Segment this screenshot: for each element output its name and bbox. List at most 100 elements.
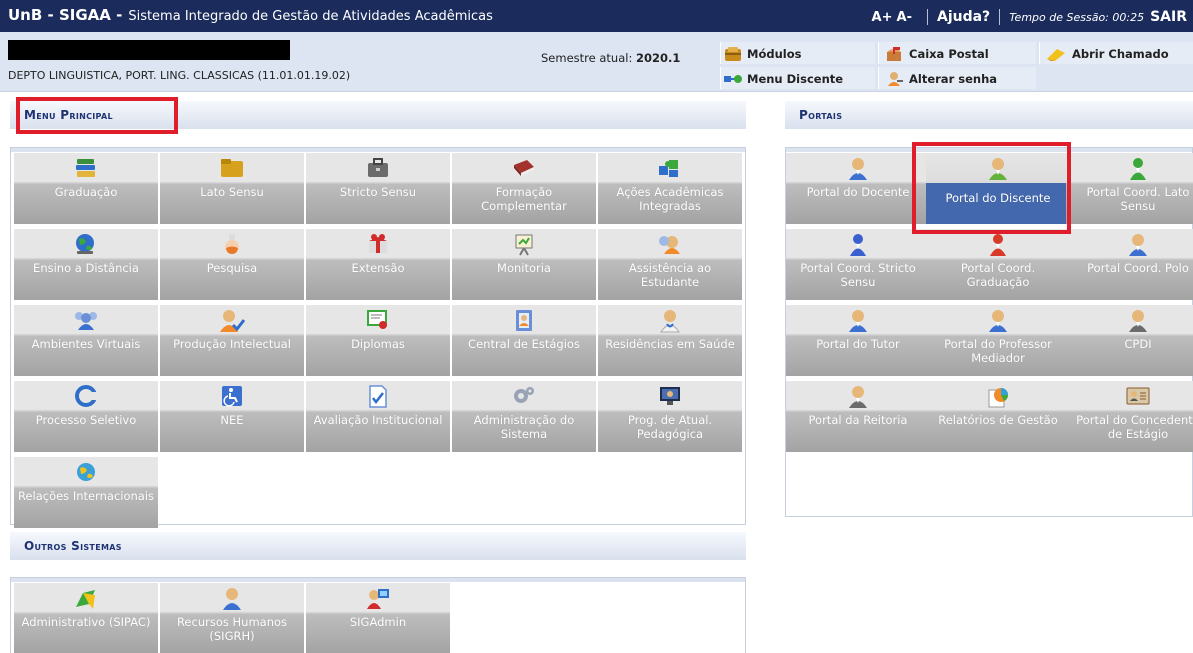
main-menu-title: Menu Principal [24, 108, 113, 122]
mailbox-link[interactable]: Caixa Postal [884, 43, 989, 64]
tile-label: SIGAdmin [349, 615, 407, 629]
portal-tile-portal-da-reitoria[interactable]: Portal da Reitoria [786, 381, 930, 452]
change-password-label: Alterar senha [909, 71, 998, 86]
menu-tile-administracao-do-sistema[interactable]: Administração do Sistema [452, 381, 596, 452]
portal-tile-relatorios-de-gestao[interactable]: Relatórios de Gestão [926, 381, 1070, 452]
tile-label: Produção Intelectual [173, 337, 291, 351]
admin-icon [14, 587, 158, 611]
portal-tile-portal-do-concedente-de-estagio[interactable]: Portal do Concedente de Estágio [1066, 381, 1193, 452]
world-icon [14, 461, 158, 485]
redacted-user-name [8, 40, 290, 60]
gift-icon [306, 233, 450, 257]
tile-label: CPDI [1124, 337, 1152, 351]
department-label: DEPTO LINGUISTICA, PORT. LING. CLASSICAS… [8, 69, 351, 82]
menu-tile-ensino-a-distancia[interactable]: Ensino a Distância [14, 229, 158, 300]
menu-tile-assistencia-ao-estudante[interactable]: Assistência ao Estudante [598, 229, 742, 300]
menu-tile-graduacao[interactable]: Graduação [14, 153, 158, 224]
system-tile-administrativo-sipac[interactable]: Administrativo (SIPAC) [14, 583, 158, 653]
user-icon [1066, 233, 1193, 257]
tile-label: Portal Coord. Graduação [960, 261, 1036, 289]
portals-header: Portais [785, 101, 1193, 129]
portal-tile-portal-do-docente[interactable]: Portal do Docente [786, 153, 930, 224]
menu-tile-stricto-sensu[interactable]: Stricto Sensu [306, 153, 450, 224]
tile-label: Formação Complementar [481, 185, 567, 213]
menu-switch-icon [724, 74, 742, 83]
menu-tile-avaliacao-institucional[interactable]: Avaliação Institucional [306, 381, 450, 452]
open-ticket-link[interactable]: Abrir Chamado [1045, 43, 1169, 64]
help-link[interactable]: Ajuda? [937, 9, 990, 25]
menu-tile-prog-de-atual-pedagogica[interactable]: Prog. de Atual. Pedagógica [598, 381, 742, 452]
menu-tile-ambientes-virtuais[interactable]: Ambientes Virtuais [14, 305, 158, 376]
change-password-link[interactable]: Alterar senha [886, 68, 997, 89]
menu-tile-pesquisa[interactable]: Pesquisa [160, 229, 304, 300]
tile-label: Portal Coord. Polo [1087, 261, 1189, 275]
logout-button[interactable]: SAIR [1150, 9, 1187, 25]
portals-title: Portais [799, 108, 843, 122]
portal-tile-portal-coord-lato-sensu[interactable]: Portal Coord. Lato Sensu [1066, 153, 1193, 224]
system-tile-recursos-humanos-sigrh[interactable]: Recursos Humanos (SIGRH) [160, 583, 304, 653]
tile-label: Avaliação Institucional [313, 413, 443, 427]
tile-label: Administrativo (SIPAC) [21, 615, 151, 629]
evaluation-icon [306, 385, 450, 409]
menu-tile-relacoes-internacionais[interactable]: Relações Internacionais [14, 457, 158, 528]
tile-label: Ensino a Distância [33, 261, 139, 275]
top-bar: UnB - SIGAA - Sistema Integrado de Gestão… [0, 0, 1193, 32]
tile-label: Portal do Discente [945, 191, 1051, 205]
tile-label: Ações Acadêmicas Integradas [616, 185, 724, 213]
tile-label: NEE [220, 413, 244, 427]
menu-tile-processo-seletivo[interactable]: Processo Seletivo [14, 381, 158, 452]
menu-tile-monitoria[interactable]: Monitoria [452, 229, 596, 300]
menu-tile-diplomas[interactable]: Diplomas [306, 305, 450, 376]
tile-label: Portal Coord. Stricto Sensu [800, 261, 916, 289]
tile-label: Portal do Tutor [816, 337, 900, 351]
menu-tile-nee[interactable]: NEE [160, 381, 304, 452]
reports-icon [926, 385, 1070, 409]
tile-label: Stricto Sensu [339, 185, 417, 199]
menu-tile-formacao-complementar[interactable]: Formação Complementar [452, 153, 596, 224]
panel-strip [11, 148, 745, 152]
semester-label: Semestre atual: [541, 51, 633, 65]
portal-tile-cpdi[interactable]: CPDI [1066, 305, 1193, 376]
portal-tile-portal-coord-polo[interactable]: Portal Coord. Polo [1066, 229, 1193, 300]
panel-strip [11, 578, 745, 582]
manager-icon [786, 385, 930, 409]
tile-label: Portal do Docente [806, 185, 910, 199]
book-icon [452, 157, 596, 181]
tile-label: Administração do Sistema [473, 413, 575, 441]
user-info-bar: DEPTO LINGUISTICA, PORT. LING. CLASSICAS… [0, 32, 1193, 92]
menu-tile-lato-sensu[interactable]: Lato Sensu [160, 153, 304, 224]
tutor-icon [786, 309, 930, 333]
menu-tile-producao-intelectual[interactable]: Produção Intelectual [160, 305, 304, 376]
accessibility-icon [160, 385, 304, 409]
portal-tile-portal-coord-graduacao[interactable]: Portal Coord. Graduação [926, 229, 1070, 300]
gears-icon [452, 385, 596, 409]
portal-tile-portal-do-tutor[interactable]: Portal do Tutor [786, 305, 930, 376]
menu-tile-central-de-estagios[interactable]: Central de Estágios [452, 305, 596, 376]
student-menu-link[interactable]: Menu Discente [724, 68, 843, 89]
modules-label: Módulos [747, 46, 802, 61]
app-title: UnB - SIGAA - Sistema Integrado de Gestão… [8, 6, 493, 24]
support-icon [598, 233, 742, 257]
tile-label: Portal do Professor Mediador [944, 337, 1052, 365]
tile-label: Recursos Humanos (SIGRH) [176, 615, 288, 643]
font-increase-button[interactable]: A+ [872, 10, 893, 25]
portal-tile-portal-do-discente[interactable]: Portal do Discente [926, 153, 1070, 224]
tile-label: Residências em Saúde [605, 337, 735, 351]
menu-tile-residencias-em-saude[interactable]: Residências em Saúde [598, 305, 742, 376]
tile-label: Relações Internacionais [17, 489, 155, 503]
menu-tile-acoes-academicas-integradas[interactable]: Ações Acadêmicas Integradas [598, 153, 742, 224]
font-decrease-button[interactable]: A- [897, 10, 912, 25]
books-icon [14, 157, 158, 181]
portal-tile-portal-do-professor-mediador[interactable]: Portal do Professor Mediador [926, 305, 1070, 376]
presentation-icon [452, 233, 596, 257]
mailbox-label: Caixa Postal [909, 46, 989, 61]
manager-icon [1066, 309, 1193, 333]
tile-label: Diplomas [351, 337, 405, 351]
system-tile-sigadmin[interactable]: SIGAdmin [306, 583, 450, 653]
globe-icon [14, 233, 158, 257]
modules-link[interactable]: Módulos [724, 43, 801, 64]
tile-label: Ambientes Virtuais [31, 337, 141, 351]
briefcase-icon [306, 157, 450, 181]
menu-tile-extensao[interactable]: Extensão [306, 229, 450, 300]
portal-tile-portal-coord-stricto-sensu[interactable]: Portal Coord. Stricto Sensu [786, 229, 930, 300]
